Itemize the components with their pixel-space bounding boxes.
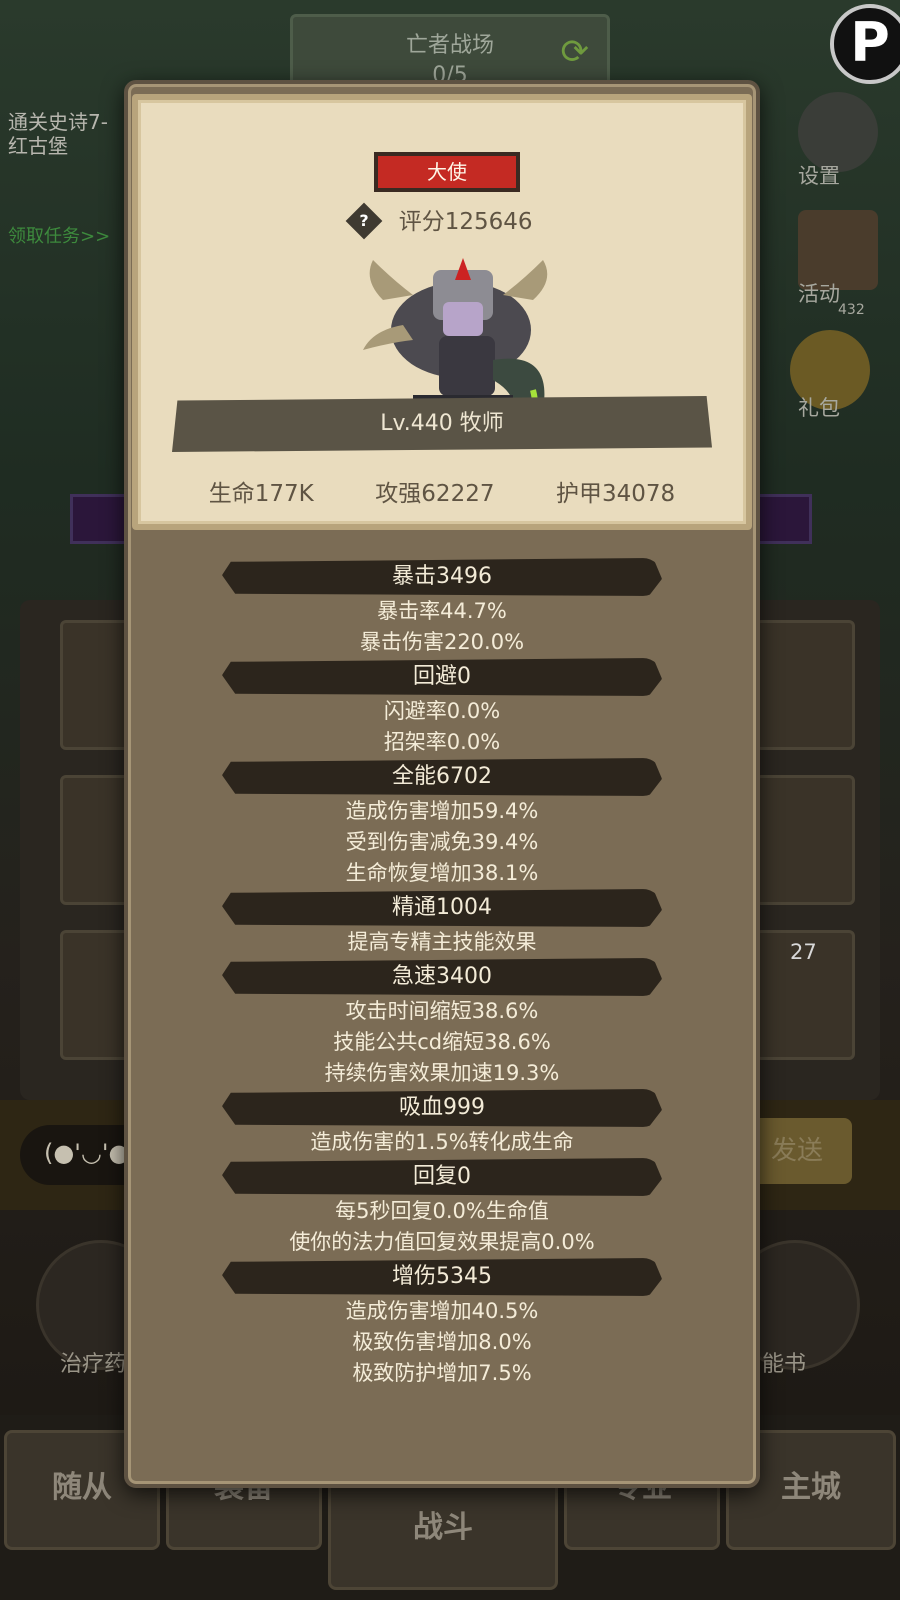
hero-stats-modal[interactable]: 大使 ? 评分125646 Lv.440 牧师 生命177K 攻强62227 护… xyxy=(124,80,760,1488)
attribute-group: 全能6702 造成伤害增加59.4% 受到伤害减免39.4% 生命恢复增加38.1% xyxy=(128,758,756,889)
attribute-detail: 每5秒回复0.0%生命值 xyxy=(335,1199,549,1223)
attribute-detail: 极致防护增加7.5% xyxy=(352,1361,532,1385)
attribute-detail: 暴击率44.7% xyxy=(377,599,507,623)
attribute-group: 暴击3496 暴击率44.7% 暴击伤害220.0% xyxy=(128,558,756,658)
hero-card: 大使 ? 评分125646 Lv.440 牧师 生命177K 攻强62227 护… xyxy=(132,94,752,530)
avatar-badge-icon[interactable]: P xyxy=(830,4,900,84)
attribute-detail: 造成伤害的1.5%转化成生命 xyxy=(310,1130,574,1154)
equipment-slot[interactable] xyxy=(755,775,855,905)
attribute-detail: 造成伤害增加59.4% xyxy=(345,799,539,823)
rank-badge: 大使 xyxy=(374,152,520,192)
events-count-badge: 432 xyxy=(838,302,865,318)
attribute-group: 吸血999 造成伤害的1.5%转化成生命 xyxy=(128,1089,756,1158)
settings-label[interactable]: 设置 xyxy=(798,160,840,190)
level-class-bar: Lv.440 牧师 xyxy=(172,396,712,452)
score-row: ? 评分125646 xyxy=(138,202,746,239)
gift-label[interactable]: 礼包 xyxy=(798,392,840,422)
attribute-header: 暴击3496 xyxy=(222,558,662,596)
attribute-detail: 攻击时间缩短38.6% xyxy=(345,999,539,1023)
attribute-detail: 造成伤害增加40.5% xyxy=(345,1299,539,1323)
potion-label: 治疗药 xyxy=(60,1352,127,1377)
claim-quest-link[interactable]: 领取任务>> xyxy=(8,222,110,248)
stat-health: 生命177K xyxy=(208,481,314,507)
attribute-header: 回复0 xyxy=(222,1158,662,1196)
attribute-detail: 提高专精主技能效果 xyxy=(347,930,537,954)
attribute-detail: 技能公共cd缩短38.6% xyxy=(333,1030,551,1054)
quest-line-1: 通关史诗7- xyxy=(8,110,108,134)
attribute-group: 急速3400 攻击时间缩短38.6% 技能公共cd缩短38.6% 持续伤害效果加速19… xyxy=(128,958,756,1089)
attribute-detail: 暴击伤害220.0% xyxy=(359,630,525,654)
stat-armor: 护甲34078 xyxy=(556,481,676,507)
attribute-detail: 招架率0.0% xyxy=(383,730,501,754)
attribute-header: 全能6702 xyxy=(222,758,662,796)
attribute-detail: 闪避率0.0% xyxy=(383,699,501,723)
attribute-list: 暴击3496 暴击率44.7% 暴击伤害220.0% 回避0 闪避率0.0% 招架率0.0… xyxy=(128,558,756,1389)
attribute-header: 精通1004 xyxy=(222,889,662,927)
dungeon-banner[interactable]: 亡者战场 0/5 ⟳ xyxy=(290,14,610,88)
attribute-detail: 持续伤害效果加速19.3% xyxy=(324,1061,560,1085)
hero-score: 评分125646 xyxy=(398,209,533,235)
attribute-header: 回避0 xyxy=(222,658,662,696)
help-icon[interactable]: ? xyxy=(346,202,383,239)
nav-battle[interactable]: 战斗 xyxy=(328,1470,558,1590)
attribute-group: 精通1004 提高专精主技能效果 xyxy=(128,889,756,958)
attribute-header: 急速3400 xyxy=(222,958,662,996)
attribute-detail: 使你的法力值回复效果提高0.0% xyxy=(289,1230,595,1254)
attribute-detail: 生命恢复增加38.1% xyxy=(345,861,539,885)
attribute-group: 回复0 每5秒回复0.0%生命值使你的法力值回复效果提高0.0% xyxy=(128,1158,756,1258)
hero-base-stats: 生命177K 攻强62227 护甲34078 xyxy=(138,474,746,508)
attribute-header: 吸血999 xyxy=(222,1089,662,1127)
quest-text: 通关史诗7- 红古堡 xyxy=(8,110,108,158)
quest-line-2: 红古堡 xyxy=(8,134,68,158)
attribute-group: 增伤5345 造成伤害增加40.5% 极致伤害增加8.0% 极致防护增加7.5% xyxy=(128,1258,756,1389)
stat-attack-power: 攻强62227 xyxy=(375,481,495,507)
events-label[interactable]: 活动 xyxy=(798,278,840,308)
slot-count-badge: 27 xyxy=(790,940,817,964)
attribute-header: 增伤5345 xyxy=(222,1258,662,1296)
equipment-slot[interactable] xyxy=(755,620,855,750)
attribute-detail: 极致伤害增加8.0% xyxy=(352,1330,532,1354)
attribute-group: 回避0 闪避率0.0% 招架率0.0% xyxy=(128,658,756,758)
refresh-icon[interactable]: ⟳ xyxy=(561,35,590,69)
attribute-detail: 受到伤害减免39.4% xyxy=(345,830,539,854)
skillbook-label: 能书 xyxy=(762,1352,807,1377)
